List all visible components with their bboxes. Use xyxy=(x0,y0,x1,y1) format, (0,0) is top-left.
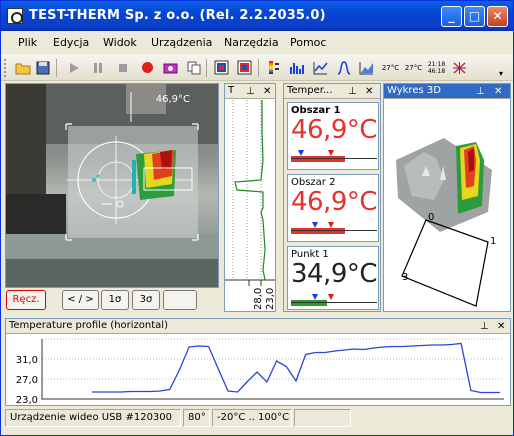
profile-panel: Temperature profile (horizontal) ⊥ ✕ 31,… xyxy=(5,318,511,406)
status-bar: Urządzenie wideo USB #120300 80° -20°C .… xyxy=(1,406,513,428)
temp-card-scale xyxy=(291,158,377,159)
temperature-panel-header[interactable]: Temper... ⊥ ✕ xyxy=(284,84,380,99)
grid-icon[interactable] xyxy=(451,59,468,76)
one-sigma-button[interactable]: 1σ xyxy=(101,290,129,310)
camera-controls: Ręcz. < / > 1σ 3σ xyxy=(5,290,219,312)
profile-series-line xyxy=(92,342,500,394)
temp-card-scale xyxy=(291,230,377,231)
toolbar-grip[interactable] xyxy=(4,59,7,77)
temp-card-value: 46,9°C xyxy=(290,187,378,217)
area-chart-icon[interactable] xyxy=(358,59,375,76)
profile-icon[interactable] xyxy=(335,59,352,76)
maximize-button[interactable]: □ xyxy=(464,6,485,27)
temperature-panel-title: Temper... xyxy=(287,85,333,96)
profile-ytick-label: 23,0 xyxy=(16,395,38,405)
stop-icon[interactable] xyxy=(114,59,131,76)
time-icon[interactable]: 21:18 46:18 xyxy=(427,59,446,76)
temp-card-bar xyxy=(291,228,345,234)
tstrip-scale-label: 28,0 xyxy=(253,287,264,310)
app-icon xyxy=(7,8,23,24)
tstrip-scale-label: 23,0 xyxy=(265,287,276,310)
status-empty xyxy=(294,409,351,427)
temp-card-value: 34,9°C xyxy=(290,259,378,289)
axis-label: 0 xyxy=(428,212,435,223)
menu-plik[interactable]: Plik xyxy=(18,36,37,49)
palette-icon[interactable] xyxy=(265,59,282,76)
camera-view[interactable]: 46,9°C xyxy=(5,83,219,288)
record-icon[interactable] xyxy=(139,59,156,76)
status-device: Urządzenie wideo USB #120300 xyxy=(5,409,181,427)
axis-label: 1 xyxy=(490,236,497,247)
range-button[interactable]: < / > xyxy=(62,290,99,310)
profile-ytick-label: 27,0 xyxy=(16,375,38,386)
app-window: TEST-THERM Sp. z o.o. (Rel. 2.2.2035.0) … xyxy=(0,0,514,436)
temperature-panel: Temper... ⊥ ✕ Obszar 1 46,9°C Obszar 2 4… xyxy=(283,83,381,312)
window-title: TEST-THERM Sp. z o.o. (Rel. 2.2.2035.0) xyxy=(29,8,326,23)
play-icon[interactable] xyxy=(65,59,82,76)
minimize-button[interactable]: _ xyxy=(441,6,462,27)
temp-card-bar xyxy=(291,156,345,162)
pin-icon[interactable]: ⊥ xyxy=(476,85,485,98)
temp-card-point-1[interactable]: Punkt 1 34,9°C xyxy=(287,246,379,310)
temperature-strip-panel: T ⊥ ✕ 28,0 23,0 xyxy=(224,83,276,312)
tstrip-header-title: T xyxy=(228,85,235,96)
status-range: -20°C .. 100°C xyxy=(212,409,292,427)
camera-image xyxy=(6,84,218,287)
status-angle: 80° xyxy=(183,409,210,427)
close-icon[interactable]: ✕ xyxy=(365,85,373,98)
toolbar-overflow-icon[interactable]: ▾ xyxy=(496,68,506,78)
toolbar: 27°C 27°C 21:18 46:18 ▾ xyxy=(1,54,513,81)
menu-bar: Plik Edycja Widok Urządzenia Narzędzia P… xyxy=(1,31,513,53)
pin-icon[interactable]: ⊥ xyxy=(246,85,255,98)
temp-card-bar xyxy=(291,300,327,306)
tstrip-header[interactable]: T ⊥ ✕ xyxy=(225,84,275,99)
temp-unit-icon-1[interactable]: 27°C xyxy=(381,59,400,76)
overlay-temperature: 46,9°C xyxy=(155,94,190,105)
menu-urzadzenia[interactable]: Urządzenia xyxy=(151,36,212,49)
temp-unit-icon-2[interactable]: 27°C xyxy=(404,59,423,76)
toolbar-separator xyxy=(56,59,57,77)
image-icon-2[interactable] xyxy=(236,59,253,76)
close-icon[interactable]: ✕ xyxy=(497,320,505,333)
axis-label: 3 xyxy=(402,272,409,283)
close-icon[interactable]: ✕ xyxy=(263,85,271,98)
title-bar[interactable]: TEST-THERM Sp. z o.o. (Rel. 2.2.2035.0) … xyxy=(1,1,513,31)
profile-ytick-label: 31,0 xyxy=(16,355,38,366)
open-folder-icon[interactable] xyxy=(14,59,31,76)
manual-button[interactable]: Ręcz. xyxy=(6,290,46,310)
blank-button[interactable] xyxy=(163,290,197,310)
line-chart-icon[interactable] xyxy=(312,59,329,76)
pin-icon[interactable]: ⊥ xyxy=(348,85,357,98)
save-disk-icon[interactable] xyxy=(34,59,51,76)
pause-icon[interactable] xyxy=(89,59,106,76)
menu-pomoc[interactable]: Pomoc xyxy=(290,36,326,49)
camera-icon[interactable] xyxy=(162,59,179,76)
three-sigma-button[interactable]: 3σ xyxy=(132,290,160,310)
histogram-icon[interactable] xyxy=(289,59,306,76)
menu-edycja[interactable]: Edycja xyxy=(53,36,89,49)
profile-chart[interactable]: 31,0 27,0 23,0 xyxy=(6,335,510,405)
close-button[interactable]: ✕ xyxy=(487,6,508,27)
profile-header[interactable]: Temperature profile (horizontal) ⊥ ✕ xyxy=(6,319,510,334)
toolbar-separator xyxy=(206,59,207,77)
temp-card-area-2[interactable]: Obszar 2 46,9°C xyxy=(287,174,379,242)
plot-3d-header[interactable]: Wykres 3D ⊥ ✕ xyxy=(384,84,510,99)
pin-icon[interactable]: ⊥ xyxy=(480,320,489,333)
copy-icon[interactable] xyxy=(185,59,202,76)
profile-title: Temperature profile (horizontal) xyxy=(9,320,168,331)
plot-3d-title: Wykres 3D xyxy=(387,85,441,96)
menu-narzedzia[interactable]: Narzędzia xyxy=(224,36,279,49)
plot-3d-panel: Wykres 3D ⊥ ✕ 0 1 3 xyxy=(383,83,511,312)
temp-card-scale xyxy=(291,302,377,303)
close-icon[interactable]: ✕ xyxy=(494,85,502,98)
image-icon-1[interactable] xyxy=(213,59,230,76)
menu-widok[interactable]: Widok xyxy=(103,36,137,49)
temp-card-value: 46,9°C xyxy=(290,115,378,145)
temp-card-area-1[interactable]: Obszar 1 46,9°C xyxy=(287,102,379,170)
max-marker xyxy=(328,294,334,300)
toolbar-separator xyxy=(258,59,259,77)
